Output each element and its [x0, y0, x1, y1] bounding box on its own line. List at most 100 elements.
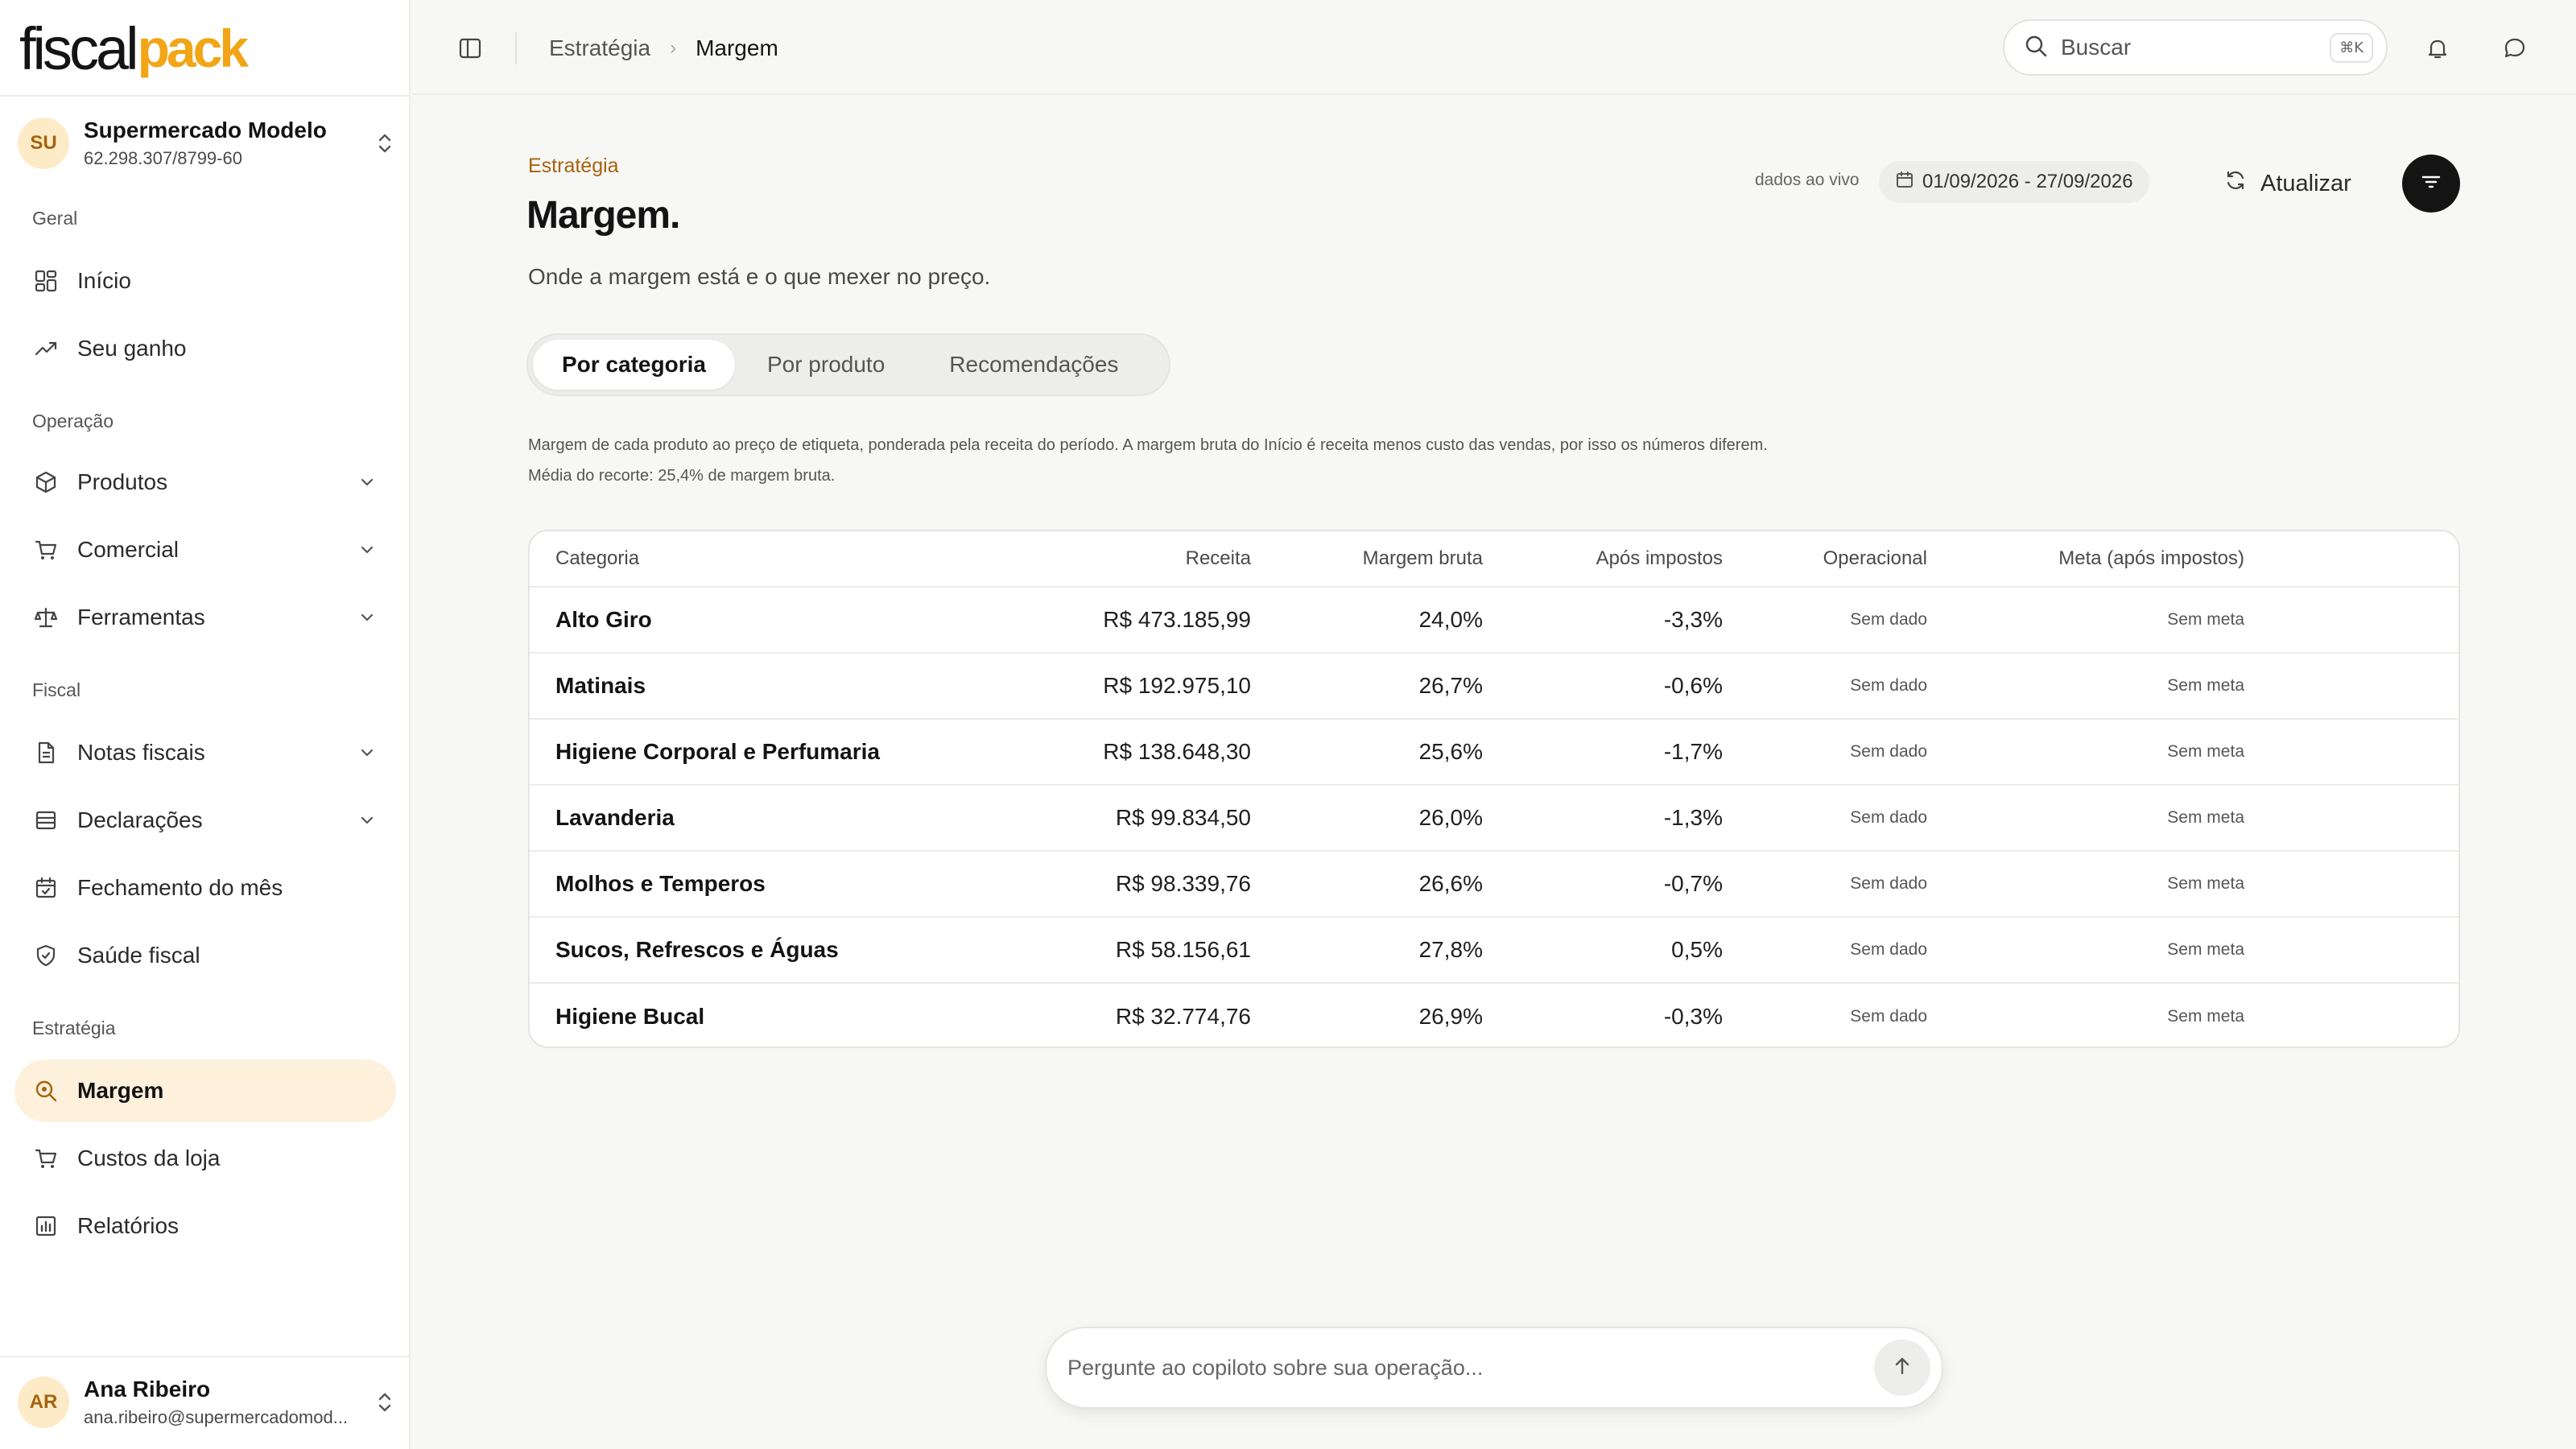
column-header-operacional[interactable]: Operacional: [1823, 531, 1927, 586]
sidebar-divider: [0, 1356, 411, 1357]
cell-meta: Sem meta: [2167, 742, 2244, 761]
cell-apos-impostos: -0,7%: [1663, 871, 1723, 896]
cell-meta: Sem meta: [2167, 874, 2244, 893]
cart-icon: [32, 536, 60, 564]
sidebar-item-inicio[interactable]: Início: [14, 250, 396, 312]
sidebar-item-margem[interactable]: Margem: [14, 1059, 396, 1122]
search-input[interactable]: Buscar ⌘K: [2003, 19, 2388, 76]
bell-icon[interactable]: [2421, 32, 2454, 64]
cell-apos-impostos: -0,3%: [1663, 1004, 1723, 1029]
cell-categoria: Sucos, Refrescos e Águas: [555, 937, 839, 962]
org-switcher[interactable]: SU Supermercado Modelo 62.298.307/8799-6…: [18, 113, 396, 174]
column-header-categoria[interactable]: Categoria: [555, 531, 639, 586]
cell-categoria: Lavanderia: [555, 805, 675, 830]
cell-margem-bruta: 25,6%: [1418, 739, 1483, 764]
cell-meta: Sem meta: [2167, 1007, 2244, 1026]
column-header-margem-bruta[interactable]: Margem bruta: [1363, 531, 1483, 586]
cell-categoria: Matinais: [555, 673, 646, 698]
cell-categoria: Molhos e Temperos: [555, 871, 766, 896]
table-row[interactable]: Lavanderia R$ 99.834,50 26,0% -1,3% Sem …: [530, 786, 2458, 852]
sidebar-item-label: Margem: [77, 1078, 164, 1103]
search-shortcut: ⌘K: [2330, 32, 2373, 63]
arrow-up-icon: [1891, 1355, 1913, 1381]
sidebar-item-label: Relatórios: [77, 1213, 180, 1238]
filter-button[interactable]: [2402, 155, 2460, 213]
sidebar-item-label: Produtos: [77, 469, 168, 494]
sidebar-item-relatorios[interactable]: Relatórios: [14, 1195, 396, 1257]
date-range-picker[interactable]: 01/09/2026 - 27/09/2026: [1879, 161, 2149, 203]
page-title: Margem.: [526, 194, 680, 237]
sidebar-divider: [0, 95, 411, 97]
cell-margem-bruta: 26,9%: [1418, 1004, 1483, 1029]
cell-margem-bruta: 27,8%: [1418, 937, 1483, 962]
breadcrumb-item-estrategia[interactable]: Estratégia: [549, 35, 650, 61]
cell-categoria: Higiene Corporal e Perfumaria: [555, 739, 881, 764]
view-tabs: Por categoria Por produto Recomendações: [526, 333, 1170, 396]
package-icon: [32, 469, 60, 496]
user-name: Ana Ribeiro: [84, 1377, 211, 1402]
sidebar-toggle-icon[interactable]: [454, 32, 486, 64]
bar-chart-icon: [32, 1212, 60, 1240]
sidebar-item-comercial[interactable]: Comercial: [14, 518, 396, 581]
cell-operacional: Sem dado: [1850, 808, 1927, 827]
table-row[interactable]: Matinais R$ 192.975,10 26,7% -0,6% Sem d…: [530, 654, 2458, 720]
table-header: Categoria Receita Margem bruta Após impo…: [530, 531, 2458, 588]
cell-receita: R$ 98.339,76: [1115, 871, 1251, 896]
app-logo[interactable]: fiscal pack: [19, 14, 249, 82]
tab-por-produto[interactable]: Por produto: [735, 340, 917, 390]
column-header-meta[interactable]: Meta (após impostos): [2058, 531, 2244, 586]
page-eyebrow: Estratégia: [528, 155, 619, 177]
table-row[interactable]: Molhos e Temperos R$ 98.339,76 26,6% -0,…: [530, 852, 2458, 918]
cell-margem-bruta: 26,0%: [1418, 805, 1483, 830]
sidebar-item-declaracoes[interactable]: Declarações: [14, 789, 396, 852]
average-note: Média do recorte: 25,4% de margem bruta.: [528, 467, 836, 485]
cell-apos-impostos: -0,6%: [1663, 673, 1723, 698]
copilot-input[interactable]: Pergunte ao copiloto sobre sua operação.…: [1045, 1327, 1943, 1409]
refresh-button[interactable]: Atualizar: [2223, 164, 2351, 203]
sidebar-item-label: Início: [77, 268, 131, 293]
chat-icon[interactable]: [2499, 32, 2531, 64]
logo-text-fiscal: fiscal: [19, 14, 139, 82]
trending-up-icon: [32, 335, 60, 362]
cell-margem-bruta: 26,6%: [1418, 871, 1483, 896]
column-header-receita[interactable]: Receita: [1186, 531, 1251, 586]
tab-por-categoria[interactable]: Por categoria: [533, 340, 735, 390]
table-row[interactable]: Sucos, Refrescos e Águas R$ 58.156,61 27…: [530, 918, 2458, 984]
chevron-down-icon: [351, 534, 383, 566]
shield-check-icon: [32, 942, 60, 969]
user-menu[interactable]: AR Ana Ribeiro ana.ribeiro@supermercadom…: [18, 1370, 396, 1435]
cell-apos-impostos: -1,3%: [1663, 805, 1723, 830]
sidebar-item-saude-fiscal[interactable]: Saúde fiscal: [14, 924, 396, 987]
org-cnpj: 62.298.307/8799-60: [84, 148, 242, 168]
table-row[interactable]: Alto Giro R$ 473.185,99 24,0% -3,3% Sem …: [530, 588, 2458, 654]
chevron-down-icon: [351, 804, 383, 836]
file-text-icon: [32, 739, 60, 766]
refresh-label: Atualizar: [2260, 170, 2351, 196]
send-button[interactable]: [1874, 1340, 1930, 1396]
cell-meta: Sem meta: [2167, 676, 2244, 695]
sidebar-item-custos-da-loja[interactable]: Custos da loja: [14, 1127, 396, 1190]
chevron-up-down-icon: [374, 127, 396, 159]
org-name: Supermercado Modelo: [84, 118, 327, 142]
column-header-apos-impostos[interactable]: Após impostos: [1596, 531, 1723, 586]
search-icon: [2024, 34, 2048, 62]
dashboard-icon: [32, 267, 60, 295]
sidebar-item-fechamento-do-mes[interactable]: Fechamento do mês: [14, 857, 396, 919]
sidebar-item-seu-ganho[interactable]: Seu ganho: [14, 317, 396, 380]
tab-recomendacoes[interactable]: Recomendações: [917, 340, 1150, 390]
sidebar-item-produtos[interactable]: Produtos: [14, 451, 396, 514]
margin-table: Categoria Receita Margem bruta Após impo…: [528, 530, 2460, 1048]
user-email: ana.ribeiro@supermercadomod...: [84, 1407, 349, 1427]
cell-receita: R$ 473.185,99: [1103, 607, 1251, 632]
sidebar-item-notas-fiscais[interactable]: Notas fiscais: [14, 721, 396, 784]
cell-operacional: Sem dado: [1850, 742, 1927, 761]
sidebar-item-ferramentas[interactable]: Ferramentas: [14, 586, 396, 649]
list-icon: [32, 807, 60, 834]
scale-icon: [32, 604, 60, 631]
section-label-geral: Geral: [32, 208, 78, 229]
refresh-icon: [2223, 168, 2248, 199]
cell-receita: R$ 58.156,61: [1115, 937, 1251, 962]
sidebar-item-label: Notas fiscais: [77, 740, 205, 765]
table-row[interactable]: Higiene Corporal e Perfumaria R$ 138.648…: [530, 720, 2458, 786]
table-row[interactable]: Higiene Bucal R$ 32.774,76 26,9% -0,3% S…: [530, 984, 2458, 1046]
